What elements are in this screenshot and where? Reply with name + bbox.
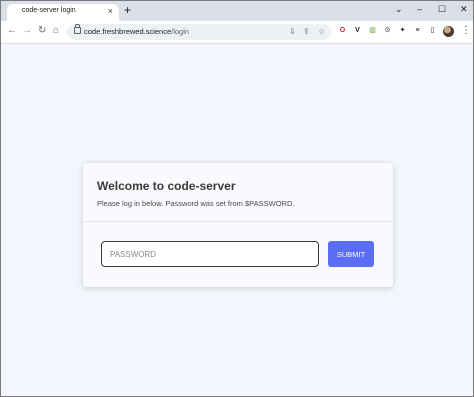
- bookmark-star-icon[interactable]: ☆: [318, 26, 325, 37]
- docs-icon[interactable]: ▥: [368, 26, 377, 35]
- url-host: code.freshbrewed.science: [84, 27, 172, 36]
- tab-title: code-server login: [22, 7, 76, 14]
- share-icon[interactable]: ⇪: [303, 26, 310, 37]
- tab-search-icon[interactable]: ⌄: [395, 3, 403, 15]
- back-icon[interactable]: ←: [7, 25, 17, 37]
- home-icon[interactable]: ⌂: [53, 25, 59, 37]
- close-window-icon[interactable]: ✕: [460, 3, 468, 15]
- tab-code-server-login[interactable]: code-server login ×: [7, 4, 119, 21]
- minimize-icon[interactable]: –: [417, 3, 422, 15]
- address-bar[interactable]: code.freshbrewed.science/login ⇩ ⇪ ☆: [67, 24, 331, 40]
- browser-toolbar: ← → ↻ ⌂ code.freshbrewed.science/login ⇩…: [1, 21, 473, 44]
- page-title: Welcome to code-server: [97, 179, 236, 193]
- submit-button[interactable]: SUBMIT: [328, 241, 374, 267]
- chrome-ext-icon[interactable]: ⚙: [383, 26, 392, 35]
- tab-strip: code-server login × + ⌄ – ☐ ✕: [1, 1, 473, 21]
- profile-avatar[interactable]: [443, 26, 454, 37]
- tab-close-icon[interactable]: ×: [108, 6, 113, 16]
- menu-icon[interactable]: ⋮: [461, 25, 471, 37]
- login-card: Welcome to code-server Please log in bel…: [83, 163, 393, 287]
- url-path: /login: [171, 27, 190, 36]
- password-input[interactable]: [101, 241, 319, 267]
- url-text[interactable]: code.freshbrewed.science/login: [84, 27, 189, 36]
- install-icon[interactable]: ⇩: [289, 26, 296, 37]
- lock-icon[interactable]: [74, 24, 81, 34]
- reload-icon[interactable]: ↻: [38, 25, 46, 37]
- opera-icon[interactable]: O: [338, 26, 347, 35]
- vivaldi-icon[interactable]: V: [353, 26, 362, 35]
- card-divider: [83, 221, 393, 222]
- new-tab-icon[interactable]: +: [124, 3, 131, 17]
- puzzle-icon[interactable]: ✦: [398, 26, 407, 35]
- browser-window: code-server login × + ⌄ – ☐ ✕ ← → ↻ ⌂ co…: [0, 0, 474, 397]
- sidepanel-icon[interactable]: ▯: [428, 26, 437, 35]
- media-icon[interactable]: ≡: [413, 26, 422, 35]
- maximize-icon[interactable]: ☐: [438, 3, 446, 15]
- forward-icon[interactable]: →: [22, 25, 32, 37]
- login-subtitle: Please log in below. Password was set fr…: [97, 199, 295, 208]
